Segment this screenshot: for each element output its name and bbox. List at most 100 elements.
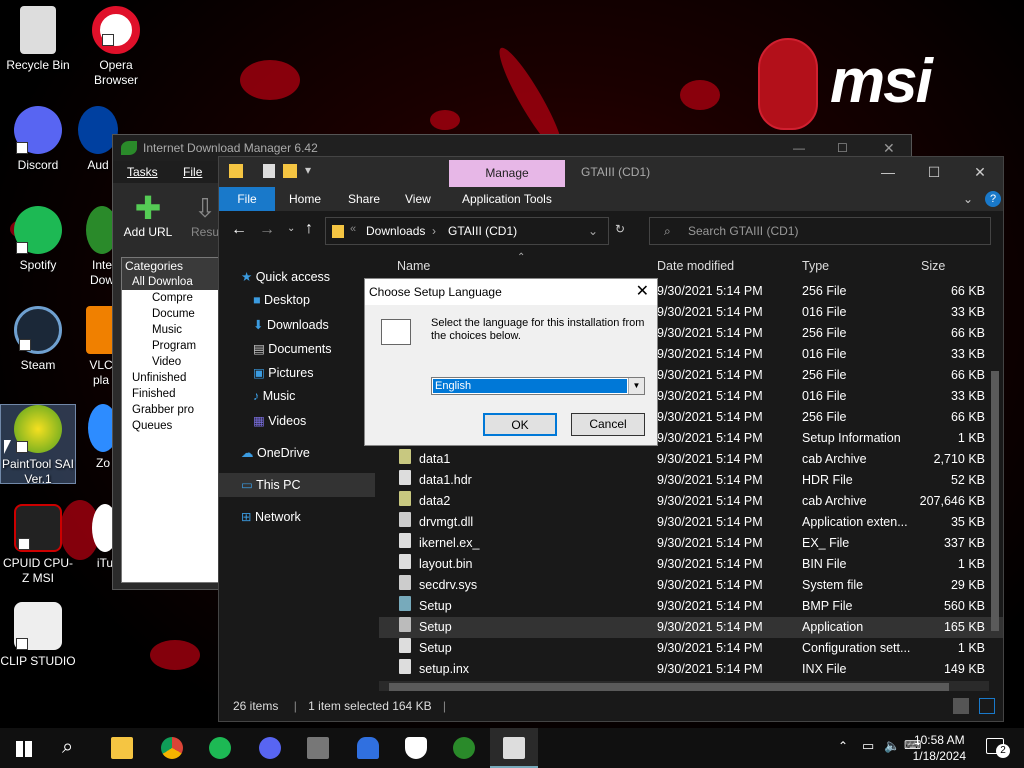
column-type[interactable]: Type [802, 251, 829, 281]
desktop-icon-cpuz[interactable]: CPUID CPU-Z MSI [0, 504, 76, 586]
new-folder-icon[interactable] [283, 164, 297, 178]
up-arrow-icon[interactable]: ↑ [305, 220, 313, 238]
cancel-button[interactable]: Cancel [571, 413, 645, 436]
address-dropdown-icon[interactable]: ⌄ [588, 218, 598, 244]
vertical-scrollbar[interactable] [989, 251, 1001, 681]
tab-home[interactable]: Home [289, 187, 321, 211]
taskbar-chrome[interactable] [148, 728, 196, 768]
explorer-title-bar[interactable]: ▾ Manage GTAIII (CD1) — ☐ ✕ [219, 157, 1003, 187]
address-bar[interactable]: « Downloads › GTAIII (CD1) ⌄ [325, 217, 609, 245]
large-icons-view-icon[interactable] [979, 698, 995, 714]
breadcrumb-gtaiii[interactable]: GTAIII (CD1) [448, 218, 517, 244]
category-programs[interactable]: Program [122, 338, 220, 354]
nav-onedrive[interactable]: ☁ OneDrive [241, 445, 310, 460]
recent-locations-icon[interactable]: ⌄ [287, 223, 295, 234]
nav-network[interactable]: ⊞ Network [241, 509, 301, 524]
table-row[interactable]: Setup 9/30/2021 5:14 PM Application 165 KB [379, 617, 1003, 638]
table-row[interactable]: setup.inx 9/30/2021 5:14 PM INX File 149 KB [379, 659, 1003, 680]
table-row[interactable]: data1.hdr 9/30/2021 5:14 PM HDR File 52 KB [379, 470, 1003, 491]
table-row[interactable]: drvmgt.dll 9/30/2021 5:14 PM Application e… [379, 512, 1003, 533]
nav-this-pc[interactable]: ▭ This PC [241, 477, 301, 492]
taskbar-setup[interactable] [490, 728, 538, 768]
close-icon[interactable]: ✕ [957, 157, 1003, 187]
table-row[interactable]: Setup 9/30/2021 5:14 PM Configuration sett… [379, 638, 1003, 659]
maximize-icon[interactable]: ☐ [911, 157, 957, 187]
resume-button[interactable]: ⇩ Resu [189, 191, 221, 239]
ok-button[interactable]: OK [483, 413, 557, 436]
search-button[interactable]: ⌕ [48, 728, 96, 768]
minimize-icon[interactable]: — [865, 157, 911, 187]
menu-tasks[interactable]: Tasks [127, 161, 158, 183]
search-box[interactable]: ⌕ Search GTAIII (CD1) [649, 217, 991, 245]
nav-quick-access[interactable]: ★ Quick access [241, 269, 330, 284]
column-date-modified[interactable]: Date modified [657, 251, 734, 281]
table-row[interactable]: secdrv.sys 9/30/2021 5:14 PM System file 29… [379, 575, 1003, 596]
menu-file[interactable]: File [183, 161, 202, 183]
desktop-icon-spotify[interactable]: Spotify [0, 206, 76, 273]
desktop-icon-clip-studio[interactable]: CLIP STUDIO [0, 602, 76, 669]
desktop-icon-discord[interactable]: Discord [0, 106, 76, 173]
nav-documents[interactable]: ▤ Documents [253, 341, 332, 356]
tab-share[interactable]: Share [348, 187, 380, 211]
category-documents[interactable]: Docume [122, 306, 220, 322]
expand-ribbon-icon[interactable]: ⌄ [963, 187, 973, 211]
taskbar-discord[interactable] [246, 728, 294, 768]
nav-music[interactable]: ♪ Music [253, 389, 295, 403]
show-hidden-icons-icon[interactable]: ⌃ [838, 739, 848, 753]
taskbar-security[interactable] [392, 728, 440, 768]
close-icon[interactable]: ✕ [636, 279, 649, 305]
desktop-icon-opera[interactable]: Opera Browser [78, 6, 154, 88]
nav-desktop[interactable]: ■ Desktop [253, 293, 310, 307]
language-select[interactable]: English ▼ [431, 377, 645, 395]
column-name[interactable]: Name [397, 251, 430, 281]
column-size[interactable]: Size [921, 251, 945, 281]
category-music[interactable]: Music [122, 322, 220, 338]
desktop-icon-recycle-bin[interactable]: Recycle Bin [0, 6, 76, 73]
forward-arrow-icon[interactable]: → [259, 221, 275, 239]
refresh-icon[interactable]: ↻ [615, 222, 625, 236]
tab-file[interactable]: File [219, 187, 275, 211]
properties-icon[interactable] [263, 164, 275, 178]
start-button[interactable] [0, 728, 48, 768]
table-row[interactable]: ikernel.ex_ 9/30/2021 5:14 PM EX_ File 337 … [379, 533, 1003, 554]
tab-view[interactable]: View [405, 187, 431, 211]
category-finished[interactable]: Finished [122, 386, 220, 402]
category-unfinished[interactable]: Unfinished [122, 370, 220, 386]
nav-downloads[interactable]: ⬇ Downloads [253, 317, 329, 332]
choose-setup-language-dialog[interactable]: Choose Setup Language ✕ Select the langu… [364, 278, 658, 446]
taskbar-idm[interactable] [440, 728, 488, 768]
table-row[interactable]: layout.bin 9/30/2021 5:14 PM BIN File 1 KB [379, 554, 1003, 575]
scrollbar-thumb[interactable] [389, 683, 949, 691]
navigation-pane[interactable]: ★ Quick access ■ Desktop ⬇ Downloads ▤ D… [219, 251, 377, 691]
chevron-down-icon[interactable]: ▼ [628, 378, 644, 394]
nav-pictures[interactable]: ▣ Pictures [253, 365, 313, 380]
volume-muted-icon[interactable]: 🔈 [884, 738, 900, 754]
category-all-downloads[interactable]: All Downloa [122, 274, 220, 290]
add-url-button[interactable]: ✚ Add URL [123, 191, 173, 239]
category-video[interactable]: Video [122, 354, 220, 370]
customize-qat-icon[interactable]: ▾ [305, 163, 311, 177]
taskbar-app[interactable] [344, 728, 392, 768]
desktop-icon-painttool-sai[interactable]: PaintTool SAI Ver.1 [0, 404, 76, 486]
clock[interactable]: 10:58 AM 1/18/2024 [913, 732, 966, 764]
breadcrumb-downloads[interactable]: Downloads [366, 218, 425, 244]
scrollbar-thumb[interactable] [991, 371, 999, 631]
manage-tab[interactable]: Manage [449, 160, 565, 187]
category-queues[interactable]: Queues [122, 418, 220, 434]
category-compressed[interactable]: Compre [122, 290, 220, 306]
overflow-chevron-icon[interactable]: « [350, 223, 356, 235]
taskbar-game[interactable] [294, 728, 342, 768]
table-row[interactable]: Setup 9/30/2021 5:14 PM BMP File 560 KB [379, 596, 1003, 617]
back-arrow-icon[interactable]: ← [231, 221, 247, 239]
category-grabber-projects[interactable]: Grabber pro [122, 402, 220, 418]
network-icon[interactable]: ▭ [862, 738, 874, 754]
nav-videos[interactable]: ▦ Videos [253, 413, 306, 428]
table-row[interactable]: data2 9/30/2021 5:14 PM cab Archive 207,646… [379, 491, 1003, 512]
tab-application-tools[interactable]: Application Tools [462, 187, 552, 211]
taskbar-file-explorer[interactable] [98, 728, 146, 768]
table-row[interactable]: data1 9/30/2021 5:14 PM cab Archive 2,710 K… [379, 449, 1003, 470]
details-view-icon[interactable] [953, 698, 969, 714]
desktop-icon-steam[interactable]: Steam [0, 306, 76, 373]
taskbar-spotify[interactable] [196, 728, 244, 768]
idm-categories-panel[interactable]: Categories All Downloa Compre Docume Mus… [121, 257, 221, 583]
